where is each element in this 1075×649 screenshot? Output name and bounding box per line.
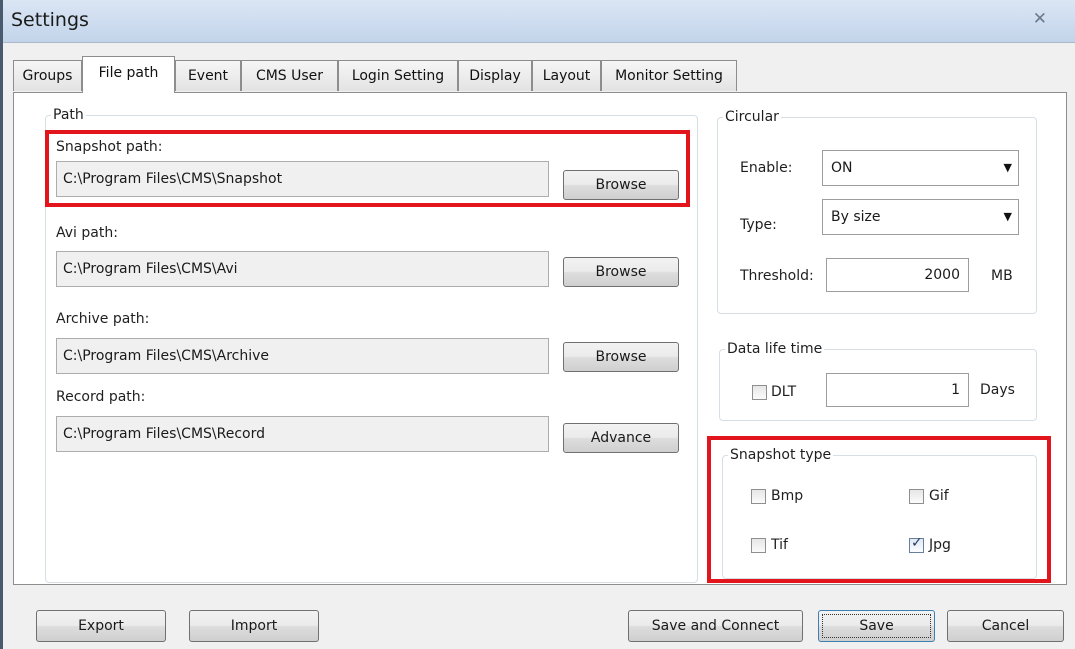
title-bar[interactable]: Settings ✕ [3,0,1075,43]
avi-browse-button[interactable]: Browse [563,257,679,287]
days-input[interactable]: 1 [826,373,969,407]
days-unit: Days [980,382,1015,398]
threshold-label: Threshold: [740,268,814,284]
threshold-input[interactable]: 2000 [826,258,969,292]
tab-file-path[interactable]: File path [82,56,175,93]
tab-login-setting[interactable]: Login Setting [338,60,458,91]
close-icon[interactable]: ✕ [1033,9,1047,29]
archive-browse-button[interactable]: Browse [563,342,679,372]
highlight-snapshot-type [707,436,1051,583]
record-path-field[interactable]: C:\Program Files\CMS\Record [56,416,549,452]
tab-cms-user[interactable]: CMS User [241,60,338,91]
dlt-label: DLT [771,384,797,400]
type-value: By size [831,209,881,225]
settings-window: Settings ✕ Groups File path Event CMS Us… [0,0,1075,649]
enable-label: Enable: [740,160,793,176]
save-button[interactable]: Save [818,610,935,642]
cancel-button[interactable]: Cancel [947,610,1064,642]
save-and-connect-button[interactable]: Save and Connect [628,610,803,642]
type-dropdown[interactable]: By size ▼ [822,199,1019,235]
archive-path-field[interactable]: C:\Program Files\CMS\Archive [56,338,549,374]
record-path-label: Record path: [56,389,146,405]
enable-value: ON [831,160,853,176]
import-button[interactable]: Import [189,610,319,642]
chevron-down-icon: ▼ [1003,161,1012,174]
highlight-snapshot-path [45,130,690,207]
window-title: Settings [11,9,89,31]
chevron-down-icon: ▼ [1003,210,1012,223]
path-group-legend: Path [53,107,84,123]
avi-path-field[interactable]: C:\Program Files\CMS\Avi [56,251,549,287]
export-button[interactable]: Export [36,610,166,642]
focus-outline [822,614,931,638]
tab-event[interactable]: Event [175,60,241,91]
data-life-group-legend: Data life time [727,341,823,357]
record-advance-button[interactable]: Advance [563,423,679,453]
tab-layout[interactable]: Layout [532,60,601,91]
tab-display[interactable]: Display [458,60,532,91]
archive-path-label: Archive path: [56,311,150,327]
tab-monitor-setting[interactable]: Monitor Setting [601,60,737,91]
enable-dropdown[interactable]: ON ▼ [822,150,1019,186]
threshold-unit: MB [991,268,1013,284]
dlt-checkbox[interactable] [752,385,767,400]
type-label: Type: [740,217,777,233]
avi-path-label: Avi path: [56,225,118,241]
circular-group-legend: Circular [725,109,779,125]
tab-groups[interactable]: Groups [13,60,82,91]
